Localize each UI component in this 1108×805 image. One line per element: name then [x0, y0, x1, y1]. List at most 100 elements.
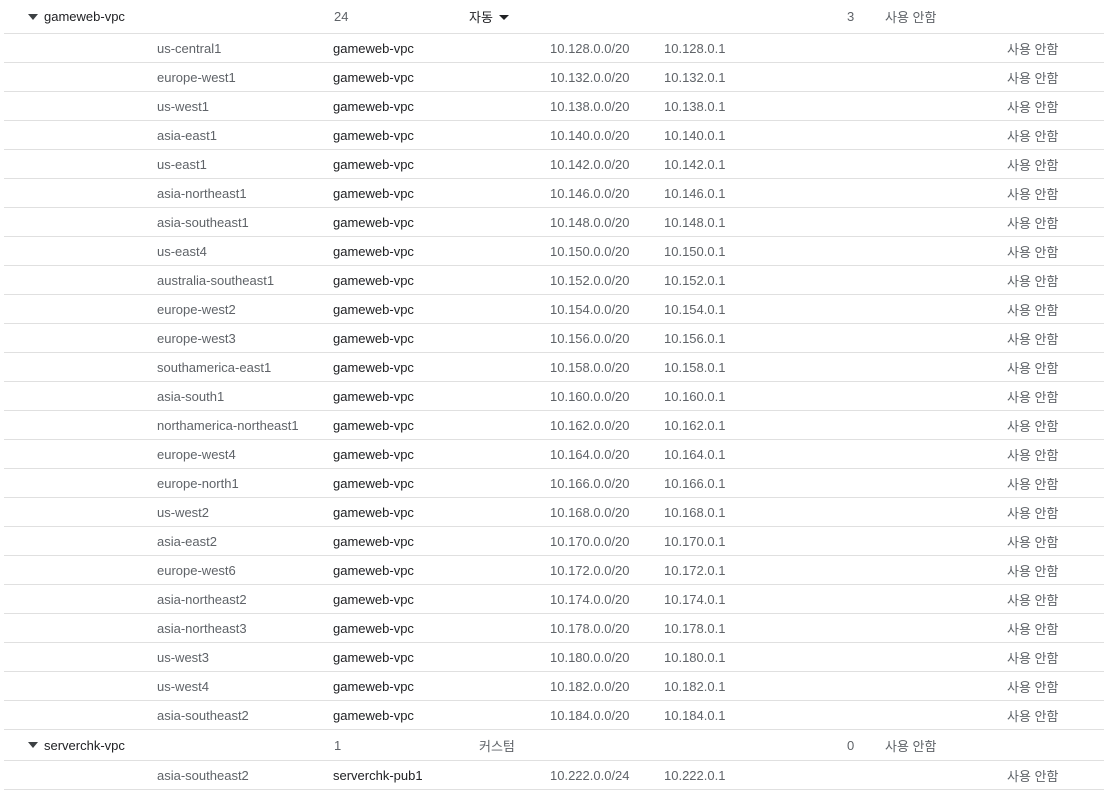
subnet-region: us-east4 [157, 243, 207, 259]
subnet-region: asia-northeast3 [157, 620, 247, 636]
subnet-name-link[interactable]: gameweb-vpc [333, 324, 414, 352]
subnet-name-link[interactable]: gameweb-vpc [333, 150, 414, 178]
subnet-region: northamerica-northeast1 [157, 417, 299, 433]
private-google-access-status: 사용 안함 [1007, 244, 1059, 260]
expand-caret-down-icon[interactable] [28, 13, 38, 20]
subnet-ip-range: 10.128.0.0/20 [550, 40, 630, 56]
subnet-gateway: 10.132.0.1 [664, 69, 726, 85]
subnet-gateway: 10.222.0.1 [664, 767, 726, 783]
private-google-access-status: 사용 안함 [1007, 447, 1059, 463]
subnet-region: asia-east2 [157, 533, 217, 549]
network-name-link[interactable]: serverchk-vpc [44, 730, 125, 760]
subnet-row: australia-southeast1 gameweb-vpc 10.152.0.… [4, 266, 1104, 295]
subnet-gateway: 10.128.0.1 [664, 40, 726, 56]
subnet-gateway: 10.166.0.1 [664, 475, 726, 491]
subnet-row: asia-east1 gameweb-vpc 10.140.0.0/20 10.140… [4, 121, 1104, 150]
subnet-name-link[interactable]: gameweb-vpc [333, 643, 414, 671]
subnet-gateway: 10.148.0.1 [664, 214, 726, 230]
subnet-name-link[interactable]: gameweb-vpc [333, 498, 414, 526]
subnet-name-link[interactable]: gameweb-vpc [333, 208, 414, 236]
subnet-name-link[interactable]: gameweb-vpc [333, 469, 414, 497]
subnet-gateway: 10.178.0.1 [664, 620, 726, 636]
subnet-gateway: 10.154.0.1 [664, 301, 726, 317]
network-name-link[interactable]: gameweb-vpc [44, 0, 125, 33]
subnet-row: us-west2 gameweb-vpc 10.168.0.0/20 10.168.0… [4, 498, 1104, 527]
subnet-name-link[interactable]: gameweb-vpc [333, 411, 414, 439]
subnet-region: europe-west3 [157, 330, 236, 346]
subnet-name-link[interactable]: gameweb-vpc [333, 34, 414, 62]
subnet-gateway: 10.182.0.1 [664, 678, 726, 694]
subnet-name-link[interactable]: gameweb-vpc [333, 266, 414, 294]
subnet-name-link[interactable]: gameweb-vpc [333, 556, 414, 584]
subnet-name-link[interactable]: gameweb-vpc [333, 382, 414, 410]
subnet-region: us-west4 [157, 678, 210, 694]
subnet-name-link[interactable]: gameweb-vpc [333, 179, 414, 207]
subnet-count: 24 [334, 9, 349, 24]
subnet-ip-range: 10.160.0.0/20 [550, 388, 630, 404]
subnet-ip-range: 10.170.0.0/20 [550, 533, 630, 549]
subnet-count: 1 [334, 737, 342, 753]
private-google-access-status: 사용 안함 [1007, 418, 1059, 434]
flow-logs-status: 사용 안함 [885, 738, 937, 754]
subnet-row: europe-west2 gameweb-vpc 10.154.0.0/20 10.1… [4, 295, 1104, 324]
subnet-name-link[interactable]: gameweb-vpc [333, 672, 414, 700]
subnet-row: us-central1 gameweb-vpc 10.128.0.0/20 10.12… [4, 34, 1104, 63]
subnet-name-link[interactable]: gameweb-vpc [333, 614, 414, 642]
subnet-row: asia-northeast2 gameweb-vpc 10.174.0.0/20 1… [4, 585, 1104, 614]
subnet-name-link[interactable]: serverchk-pub1 [333, 761, 423, 789]
subnet-name-link[interactable]: gameweb-vpc [333, 585, 414, 613]
expand-caret-down-icon[interactable] [28, 742, 38, 748]
subnet-gateway: 10.140.0.1 [664, 127, 726, 143]
private-google-access-status: 사용 안함 [1007, 476, 1059, 492]
subnet-name-link[interactable]: gameweb-vpc [333, 440, 414, 468]
private-google-access-status: 사용 안함 [1007, 99, 1059, 115]
private-google-access-status: 사용 안함 [1007, 650, 1059, 666]
subnet-gateway: 10.146.0.1 [664, 185, 726, 201]
vpc-network-table: gameweb-vpc 24 자동 3 사용 안함 us-central1 gameweb-… [0, 0, 1108, 790]
subnet-name-link[interactable]: gameweb-vpc [333, 295, 414, 323]
subnet-gateway: 10.170.0.1 [664, 533, 726, 549]
subnet-gateway: 10.156.0.1 [664, 330, 726, 346]
subnet-region: europe-west1 [157, 69, 236, 85]
private-google-access-status: 사용 안함 [1007, 505, 1059, 521]
subnet-row: us-east4 gameweb-vpc 10.150.0.0/20 10.150.0… [4, 237, 1104, 266]
subnet-mode-label: 자동 [469, 10, 493, 25]
private-google-access-status: 사용 안함 [1007, 534, 1059, 550]
subnet-ip-range: 10.158.0.0/20 [550, 359, 630, 375]
subnet-ip-range: 10.154.0.0/20 [550, 301, 630, 317]
subnet-name-link[interactable]: gameweb-vpc [333, 121, 414, 149]
subnet-name-link[interactable]: gameweb-vpc [333, 527, 414, 555]
subnet-row: asia-southeast1 gameweb-vpc 10.148.0.0/20 1… [4, 208, 1104, 237]
subnet-gateway: 10.180.0.1 [664, 649, 726, 665]
subnet-ip-range: 10.172.0.0/20 [550, 562, 630, 578]
network-row: gameweb-vpc 24 자동 3 사용 안함 [4, 0, 1104, 34]
private-google-access-status: 사용 안함 [1007, 41, 1059, 57]
subnet-gateway: 10.160.0.1 [664, 388, 726, 404]
subnet-region: europe-north1 [157, 475, 239, 491]
subnet-name-link[interactable]: gameweb-vpc [333, 63, 414, 91]
subnet-name-link[interactable]: gameweb-vpc [333, 701, 414, 729]
subnet-region: europe-west4 [157, 446, 236, 462]
subnet-ip-range: 10.166.0.0/20 [550, 475, 630, 491]
subnet-gateway: 10.164.0.1 [664, 446, 726, 462]
subnet-row: asia-south1 gameweb-vpc 10.160.0.0/20 10.16… [4, 382, 1104, 411]
subnet-mode-dropdown[interactable]: 자동 [469, 0, 509, 33]
subnet-gateway: 10.142.0.1 [664, 156, 726, 172]
subnet-region: us-east1 [157, 156, 207, 172]
subnet-name-link[interactable]: gameweb-vpc [333, 353, 414, 381]
private-google-access-status: 사용 안함 [1007, 186, 1059, 202]
private-google-access-status: 사용 안함 [1007, 128, 1059, 144]
subnet-ip-range: 10.140.0.0/20 [550, 127, 630, 143]
subnet-region: southamerica-east1 [157, 359, 272, 375]
subnet-name-link[interactable]: gameweb-vpc [333, 237, 414, 265]
subnet-row: europe-west4 gameweb-vpc 10.164.0.0/20 10.1… [4, 440, 1104, 469]
firewall-rule-count: 0 [847, 737, 855, 753]
subnet-gateway: 10.168.0.1 [664, 504, 726, 520]
subnet-gateway: 10.150.0.1 [664, 243, 726, 259]
subnet-region: asia-southeast2 [157, 707, 249, 723]
subnet-gateway: 10.184.0.1 [664, 707, 726, 723]
subnet-name-link[interactable]: gameweb-vpc [333, 92, 414, 120]
private-google-access-status: 사용 안함 [1007, 679, 1059, 695]
subnet-region: us-central1 [157, 40, 222, 56]
private-google-access-status: 사용 안함 [1007, 70, 1059, 86]
